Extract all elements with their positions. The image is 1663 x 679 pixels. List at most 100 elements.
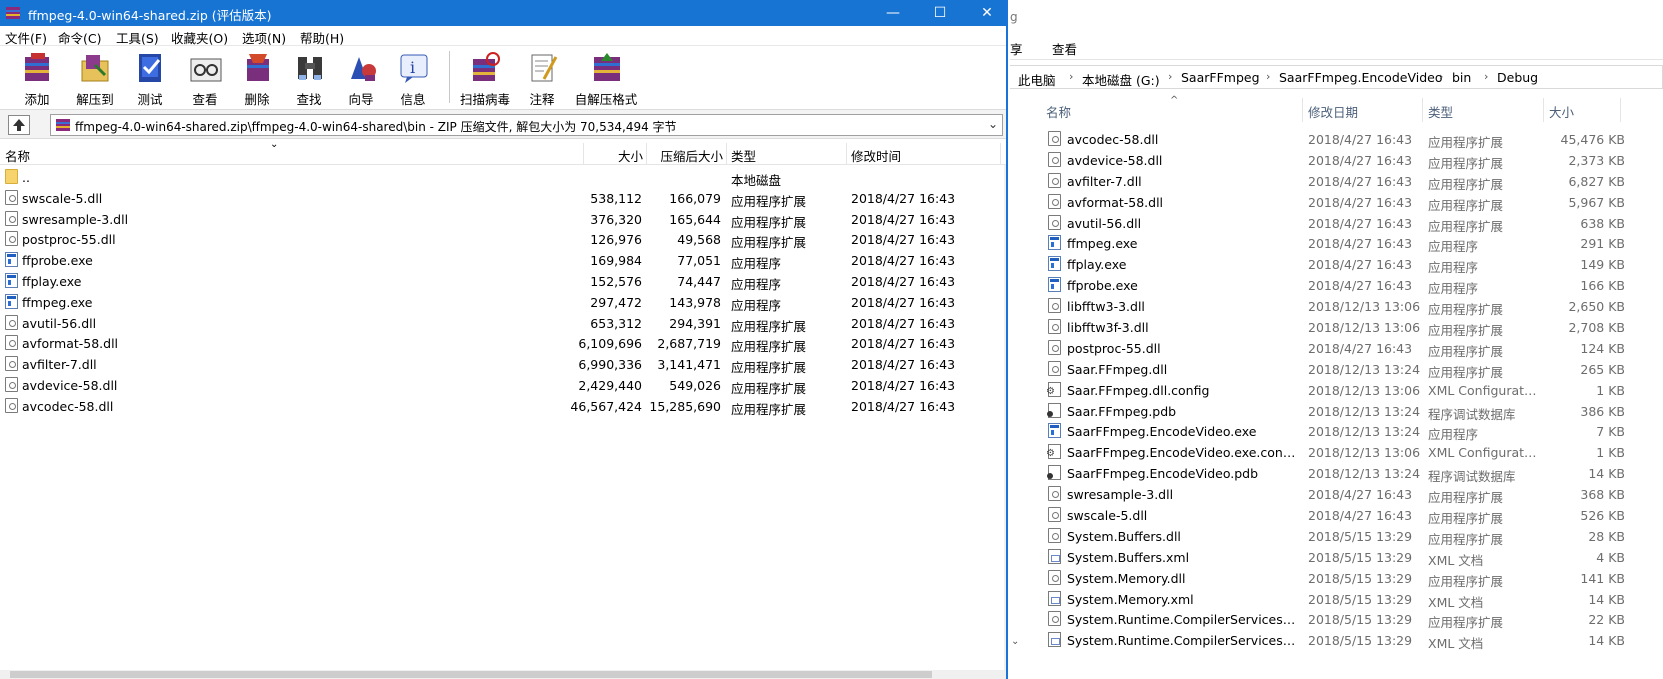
- chevron-right-icon[interactable]: ›: [1069, 70, 1073, 83]
- list-item[interactable]: System.Runtime.CompilerServices.Un... 201…: [1010, 630, 1663, 651]
- list-item[interactable]: libfftw3f-3.dll 2018/12/13 13:06 应用程序扩展 2,7…: [1010, 317, 1663, 338]
- breadcrumb-encodevideo[interactable]: SaarFFmpeg.EncodeVideo: [1279, 70, 1442, 85]
- close-button[interactable]: ✕: [964, 0, 1006, 26]
- vertical-scrollbar[interactable]: [1004, 165, 1006, 670]
- table-row[interactable]: swscale-5.dll 538,112 166,079 应用程序扩展 2018/4/…: [0, 188, 1006, 209]
- explorer-titlebar[interactable]: g: [1010, 0, 1663, 32]
- list-item[interactable]: avformat-58.dll 2018/4/27 16:43 应用程序扩展 5,96…: [1010, 192, 1663, 213]
- column-size[interactable]: 大小: [618, 146, 643, 165]
- comment-icon: [531, 54, 558, 82]
- file-name: System.Memory.dll: [1067, 570, 1186, 586]
- table-row[interactable]: avutil-56.dll 653,312 294,391 应用程序扩展 2018/4/…: [0, 313, 1006, 334]
- list-item[interactable]: System.Memory.xml 2018/5/15 13:29 XML 文档 14…: [1010, 589, 1663, 610]
- column-type[interactable]: 类型: [731, 146, 756, 165]
- table-row[interactable]: ffprobe.exe 169,984 77,051 应用程序 2018/4/27 16…: [0, 250, 1006, 271]
- file-size: 5,967 KB: [1568, 194, 1625, 210]
- list-item[interactable]: swresample-3.dll 2018/4/27 16:43 应用程序扩展 368…: [1010, 484, 1663, 505]
- archive-path-field[interactable]: ffmpeg-4.0-win64-shared.zip\ffmpeg-4.0-w…: [50, 114, 1003, 136]
- table-row[interactable]: swresample-3.dll 376,320 165,644 应用程序扩展 2018…: [0, 209, 1006, 230]
- winrar-titlebar[interactable]: ffmpeg-4.0-win64-shared.zip (评估版本) — ☐ ✕: [0, 0, 1006, 26]
- list-item[interactable]: avfilter-7.dll 2018/4/27 16:43 应用程序扩展 6,827…: [1010, 171, 1663, 192]
- breadcrumb-this-pc[interactable]: 此电脑: [1018, 70, 1056, 89]
- explorer-window: g 享 查看 此电脑 › 本地磁盘 (G:) › SaarFFmpeg › Sa…: [1010, 0, 1663, 679]
- list-item[interactable]: postproc-55.dll 2018/4/27 16:43 应用程序扩展 124 …: [1010, 338, 1663, 359]
- menu-commands[interactable]: 命令(C): [58, 28, 101, 47]
- column-name[interactable]: 名称: [1046, 102, 1071, 121]
- list-item[interactable]: avcodec-58.dll 2018/4/27 16:43 应用程序扩展 45,47…: [1010, 129, 1663, 150]
- menu-favorites[interactable]: 收藏夹(O): [171, 28, 228, 47]
- menu-file[interactable]: 文件(F): [5, 28, 47, 47]
- virus-scan-button[interactable]: 扫描病毒: [459, 47, 511, 107]
- list-item[interactable]: SaarFFmpeg.EncodeVideo.pdb 2018/12/13 13:…: [1010, 463, 1663, 484]
- chevron-down-icon[interactable]: ⌄: [988, 117, 998, 131]
- table-row[interactable]: ffplay.exe 152,576 74,447 应用程序 2018/4/27 16:…: [0, 271, 1006, 292]
- file-size: 141 KB: [1580, 570, 1625, 586]
- list-item[interactable]: swscale-5.dll 2018/4/27 16:43 应用程序扩展 526 KB: [1010, 505, 1663, 526]
- table-row[interactable]: avformat-58.dll 6,109,696 2,687,719 应用程序扩展 2…: [0, 333, 1006, 354]
- column-type[interactable]: 类型: [1428, 102, 1453, 121]
- sfx-button[interactable]: 自解压格式: [575, 47, 637, 107]
- info-button[interactable]: i 信息: [387, 47, 439, 107]
- file-type: 应用程序扩展: [1428, 615, 1504, 631]
- breadcrumb-debug[interactable]: Debug: [1497, 70, 1538, 85]
- list-item[interactable]: avutil-56.dll 2018/4/27 16:43 应用程序扩展 638 KB: [1010, 213, 1663, 234]
- add-button[interactable]: 添加: [11, 47, 63, 107]
- table-row[interactable]: avfilter-7.dll 6,990,336 3,141,471 应用程序扩展 20…: [0, 354, 1006, 375]
- table-row[interactable]: avcodec-58.dll 46,567,424 15,285,690 应用程序扩展…: [0, 396, 1006, 417]
- list-item[interactable]: SaarFFmpeg.EncodeVideo.exe.config 2018/12…: [1010, 442, 1663, 463]
- list-item[interactable]: System.Memory.dll 2018/5/15 13:29 应用程序扩展 14…: [1010, 568, 1663, 589]
- file-size: 166 KB: [1580, 278, 1625, 294]
- list-item[interactable]: SaarFFmpeg.EncodeVideo.exe 2018/12/13 13:…: [1010, 421, 1663, 442]
- chevron-right-icon[interactable]: ›: [1484, 70, 1488, 83]
- list-item[interactable]: Saar.FFmpeg.dll 2018/12/13 13:24 应用程序扩展 265…: [1010, 359, 1663, 380]
- exe-file-icon: [1048, 423, 1061, 439]
- list-item[interactable]: System.Buffers.dll 2018/5/15 13:29 应用程序扩展 2…: [1010, 526, 1663, 547]
- column-date-modified[interactable]: 修改日期: [1308, 102, 1358, 121]
- file-name: avdevice-58.dll: [1067, 152, 1163, 168]
- menu-help[interactable]: 帮助(H): [300, 28, 344, 47]
- file-type: 应用程序扩展: [1428, 490, 1504, 506]
- date-modified: 2018/5/15 13:29: [1308, 633, 1413, 649]
- list-item[interactable]: avdevice-58.dll 2018/4/27 16:43 应用程序扩展 2,37…: [1010, 150, 1663, 171]
- ribbon-tab-view[interactable]: 查看: [1052, 39, 1077, 58]
- minimize-button[interactable]: —: [870, 0, 916, 26]
- breadcrumb-saarffmpeg[interactable]: SaarFFmpeg: [1181, 70, 1260, 85]
- comment-button[interactable]: 注释: [516, 47, 568, 107]
- list-item[interactable]: ffplay.exe 2018/4/27 16:43 应用程序 149 KB: [1010, 254, 1663, 275]
- column-size[interactable]: 大小: [1549, 102, 1574, 121]
- table-row[interactable]: ffmpeg.exe 297,472 143,978 应用程序 2018/4/27 16…: [0, 292, 1006, 313]
- list-item[interactable]: ffmpeg.exe 2018/4/27 16:43 应用程序 291 KB: [1010, 233, 1663, 254]
- maximize-button[interactable]: ☐: [917, 0, 963, 26]
- table-row[interactable]: .. 本地磁盘: [0, 167, 1006, 188]
- table-row[interactable]: postproc-55.dll 126,976 49,568 应用程序扩展 2018/4…: [0, 229, 1006, 250]
- column-name[interactable]: 名称: [5, 146, 30, 165]
- dll-file-icon: [1048, 360, 1061, 376]
- chevron-right-icon[interactable]: ›: [1266, 70, 1270, 83]
- menu-tools[interactable]: 工具(S): [116, 28, 159, 47]
- menu-options[interactable]: 选项(N): [242, 28, 286, 47]
- scrollbar-thumb[interactable]: [10, 671, 932, 678]
- chevron-right-icon[interactable]: ›: [1168, 70, 1172, 83]
- breadcrumb-drive[interactable]: 本地磁盘 (G:): [1082, 70, 1160, 89]
- column-packed-size[interactable]: 压缩后大小: [660, 146, 723, 165]
- chevron-right-icon[interactable]: ›: [1439, 70, 1443, 83]
- column-modified[interactable]: 修改时间: [851, 146, 901, 165]
- list-item[interactable]: libfftw3-3.dll 2018/12/13 13:06 应用程序扩展 2,65…: [1010, 296, 1663, 317]
- file-name: avfilter-7.dll: [22, 357, 97, 373]
- table-row[interactable]: avdevice-58.dll 2,429,440 549,026 应用程序扩展 201…: [0, 375, 1006, 396]
- list-item[interactable]: ffprobe.exe 2018/4/27 16:43 应用程序 166 KB: [1010, 275, 1663, 296]
- dll-file-icon: [5, 189, 18, 205]
- date-modified: 2018/4/27 16:43: [1308, 508, 1413, 524]
- up-folder-button[interactable]: [8, 115, 30, 135]
- breadcrumb-bin[interactable]: bin: [1452, 70, 1471, 85]
- list-item[interactable]: System.Buffers.xml 2018/5/15 13:29 XML 文档 4…: [1010, 547, 1663, 568]
- config-file-icon: [1046, 444, 1061, 460]
- list-item[interactable]: Saar.FFmpeg.pdb 2018/12/13 13:24 程序调试数据库 38…: [1010, 401, 1663, 422]
- sort-ascending-icon: ^: [1170, 95, 1179, 106]
- file-size: 653,312: [590, 315, 642, 331]
- file-size: 14 KB: [1588, 633, 1625, 649]
- horizontal-scrollbar[interactable]: [0, 670, 1006, 679]
- list-item[interactable]: Saar.FFmpeg.dll.config 2018/12/13 13:06 XM…: [1010, 380, 1663, 401]
- list-item[interactable]: System.Runtime.CompilerServices.Un... 201…: [1010, 609, 1663, 630]
- ribbon-tab-share[interactable]: 享: [1010, 39, 1023, 58]
